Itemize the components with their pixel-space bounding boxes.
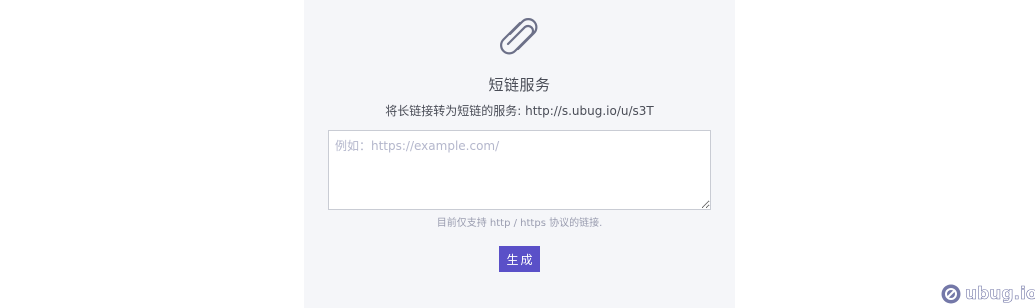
ubug-logo-icon bbox=[941, 284, 961, 304]
link-icon bbox=[500, 18, 538, 55]
page-subtitle: 将长链接转为短链的服务: http://s.ubug.io/u/s3T bbox=[385, 104, 654, 118]
protocol-hint: 目前仅支持 http / https 协议的链接. bbox=[436, 218, 603, 229]
watermark: ubug.io bbox=[941, 283, 1035, 305]
main-panel: 短链服务 将长链接转为短链的服务: http://s.ubug.io/u/s3T… bbox=[304, 0, 735, 308]
generate-button[interactable]: 生成 bbox=[499, 246, 540, 272]
url-input[interactable] bbox=[328, 130, 711, 210]
page-title: 短链服务 bbox=[488, 76, 551, 94]
watermark-text: ubug.io bbox=[965, 284, 1035, 305]
